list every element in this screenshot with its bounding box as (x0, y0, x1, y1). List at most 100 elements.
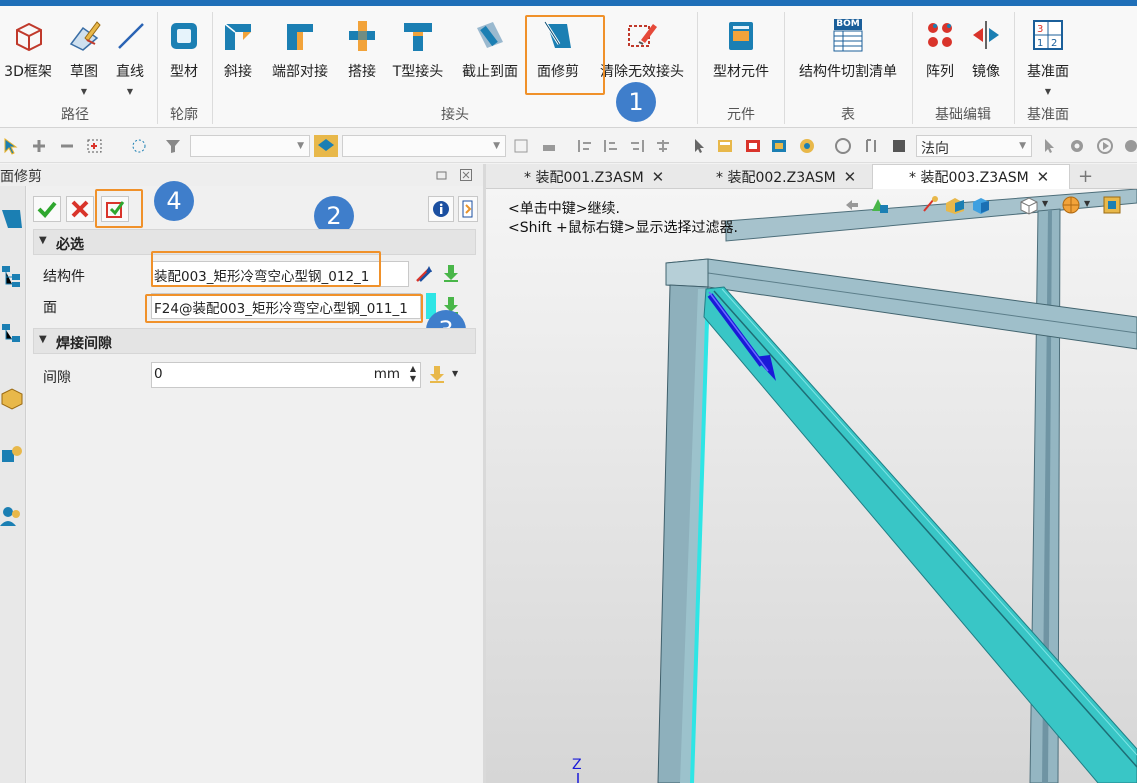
hierarchy-icon[interactable] (0, 322, 24, 346)
apply-check-icon (106, 201, 125, 218)
play-icon[interactable] (1096, 137, 1114, 155)
filter-icon[interactable] (164, 137, 182, 155)
step-badge-1: 1 (616, 82, 656, 122)
display-settings-icon[interactable] (1102, 195, 1122, 215)
render-mode-icon[interactable] (870, 195, 890, 215)
face-trim-icon[interactable] (0, 206, 24, 230)
close-icon[interactable] (460, 169, 472, 181)
settings-gear-icon[interactable] (1068, 137, 1086, 155)
ok-button[interactable] (33, 196, 61, 222)
toolbar-tool-icon[interactable] (540, 137, 558, 155)
step-badge-4: 4 (154, 181, 194, 221)
tab-assembly-003[interactable]: * 装配003.Z3ASM ✕ (872, 164, 1070, 189)
pointer-icon[interactable] (690, 137, 708, 155)
pick-down-arrow-icon[interactable] (428, 364, 446, 384)
plus-icon[interactable] (30, 137, 48, 155)
clear-invalid-button[interactable]: 清除无效接头 (596, 18, 688, 81)
chevron-down-icon[interactable]: ▼ (1042, 199, 1048, 208)
cut-list-button[interactable]: BOM 结构件切割清单 (792, 18, 904, 81)
3d-frame-button[interactable]: 3D框架 (2, 18, 54, 81)
miter-button[interactable]: 斜接 (218, 18, 258, 81)
toolbar-tool-icon[interactable] (716, 137, 734, 155)
toolbar-tool-icon[interactable] (798, 137, 816, 155)
tab-assembly-002[interactable]: * 装配002.Z3ASM ✕ (716, 164, 856, 189)
face-trim-icon (541, 18, 575, 52)
toolbar-tool-icon[interactable] (770, 137, 788, 155)
highlight-tool-icon[interactable] (920, 195, 940, 215)
pointer-icon[interactable] (1040, 137, 1058, 155)
close-icon[interactable]: ✕ (844, 168, 857, 186)
filter-combo[interactable]: ▼ (190, 135, 310, 157)
restore-icon[interactable] (436, 169, 448, 181)
group-label-element: 元件 (727, 107, 755, 123)
toolbar-tool-icon[interactable] (654, 137, 672, 155)
gap-unit: mm (373, 366, 400, 382)
toolbar-tool-icon[interactable] (744, 137, 762, 155)
tree-icon[interactable] (0, 264, 24, 288)
view-back-icon[interactable] (844, 197, 860, 213)
view-cube-icon[interactable] (1018, 195, 1040, 215)
toolbar-tool-icon[interactable] (862, 137, 880, 155)
box-select-icon[interactable] (86, 137, 104, 155)
tab-assembly-001[interactable]: * 装配001.Z3ASM ✕ (524, 164, 664, 189)
apply-button[interactable] (101, 196, 129, 222)
cube-view-icon[interactable] (970, 195, 992, 215)
structure-field[interactable]: 装配003_矩形冷弯空心型钢_012_1 (151, 261, 409, 287)
toolbar-tool-icon[interactable] (576, 137, 594, 155)
stop-icon[interactable] (890, 137, 908, 155)
profile-element-button[interactable]: 型材元件 (708, 18, 774, 81)
rotate-icon[interactable] (834, 137, 852, 155)
line-button[interactable]: 直线 ▼ (110, 18, 150, 96)
view-orientation-combo[interactable]: 法向 ▼ (916, 135, 1032, 157)
pick-down-arrow-icon[interactable] (442, 263, 460, 283)
group-label-datum: 基准面 (1027, 107, 1069, 123)
t-joint-button[interactable]: T型接头 (388, 18, 448, 81)
info-icon (433, 201, 449, 217)
end-butt-button[interactable]: 端部对接 (268, 18, 332, 81)
gap-input[interactable]: 0 mm ▲ ▼ (151, 362, 421, 388)
datum-plane-button[interactable]: 321 基准面 ▼ (1020, 18, 1076, 96)
toolbar-tool-icon[interactable] (602, 137, 620, 155)
trim-to-face-button[interactable]: 截止到面 (456, 18, 524, 81)
layer-icon[interactable] (314, 135, 338, 157)
layer-combo[interactable]: ▼ (342, 135, 506, 157)
3d-viewport[interactable]: Z <单击中键>继续. <Shift +鼠标右键>显示选择过滤器. ▼ ▼ (486, 189, 1137, 783)
spin-stepper[interactable]: ▲ ▼ (410, 364, 416, 384)
toolbar-tool-icon[interactable] (628, 137, 646, 155)
array-button[interactable]: 阵列 (920, 18, 960, 81)
profile-button[interactable]: 型材 (162, 18, 206, 81)
chevron-down-icon[interactable]: ▼ (452, 369, 458, 378)
section-weld-gap-header[interactable]: ▼ 焊接间隙 (33, 328, 476, 354)
users-icon[interactable] (0, 504, 24, 528)
trim-to-face-icon (473, 18, 507, 52)
line-icon (113, 18, 147, 52)
toolbar-tool-icon[interactable] (512, 137, 530, 155)
shading-icon[interactable] (944, 195, 966, 215)
sphere-view-icon[interactable] (1060, 195, 1082, 215)
frame-model[interactable]: Z (486, 189, 1137, 783)
cancel-button[interactable] (66, 196, 94, 222)
close-icon[interactable]: ✕ (652, 168, 665, 186)
minus-icon[interactable] (58, 137, 76, 155)
profile-element-icon (724, 18, 758, 52)
mirror-button[interactable]: 镜像 (966, 18, 1006, 81)
face-field[interactable]: F24@装配003_矩形冷弯空心型钢_011_1 (151, 293, 421, 319)
side-strip (0, 186, 26, 783)
face-trim-button[interactable]: 面修剪 (530, 18, 586, 81)
sketch-button[interactable]: 草图 ▼ (60, 18, 108, 96)
part-icon[interactable] (0, 386, 24, 410)
structure-label: 结构件 (43, 269, 85, 285)
chevron-down-icon[interactable]: ▼ (1084, 199, 1090, 208)
lap-button[interactable]: 搭接 (342, 18, 382, 81)
lasso-select-icon[interactable] (130, 137, 148, 155)
section-required-header[interactable]: ▼ 必选 (33, 229, 476, 255)
assembly-icon[interactable] (0, 444, 24, 468)
reverse-direction-icon[interactable] (414, 264, 434, 284)
new-tab-button[interactable]: + (1070, 164, 1101, 189)
close-icon[interactable]: ✕ (1037, 168, 1050, 186)
svg-text:1: 1 (1037, 38, 1043, 49)
info-button[interactable] (428, 196, 454, 222)
settings-gear-icon[interactable] (1122, 137, 1137, 155)
select-arrow-icon[interactable] (2, 137, 20, 155)
help-button[interactable] (458, 196, 478, 222)
